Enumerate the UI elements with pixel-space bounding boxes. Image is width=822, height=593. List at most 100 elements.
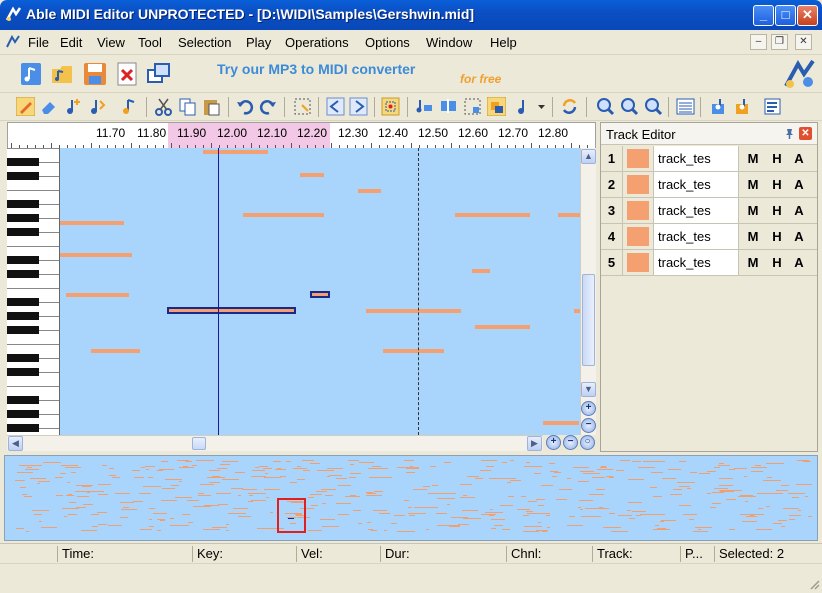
- move-right-icon[interactable]: [348, 96, 369, 117]
- horizontal-scroll-thumb[interactable]: [192, 437, 206, 450]
- promo-text[interactable]: Try our MP3 to MIDI converter: [217, 61, 415, 77]
- app-menu-icon[interactable]: [5, 34, 21, 50]
- menu-selection[interactable]: Selection: [178, 35, 231, 50]
- cut-icon[interactable]: [153, 96, 174, 117]
- track-add-icon[interactable]: [709, 96, 730, 117]
- midi-note[interactable]: [60, 253, 132, 257]
- chevron-down-icon[interactable]: [536, 96, 546, 117]
- menu-options[interactable]: Options: [365, 35, 410, 50]
- black-key[interactable]: [7, 396, 39, 404]
- menu-view[interactable]: View: [97, 35, 125, 50]
- black-key[interactable]: [7, 270, 39, 278]
- snap-grid-icon[interactable]: [380, 96, 401, 117]
- track-row[interactable]: 5 track_tes M H A: [601, 250, 817, 276]
- select-icon[interactable]: [292, 96, 313, 117]
- black-key[interactable]: [7, 354, 39, 362]
- track-color-swatch[interactable]: [627, 227, 649, 246]
- track-copy-icon[interactable]: [733, 96, 754, 117]
- black-key[interactable]: [7, 214, 39, 222]
- move-left-icon[interactable]: [325, 96, 346, 117]
- track-mute-button[interactable]: M: [743, 198, 763, 223]
- menu-help[interactable]: Help: [490, 35, 517, 50]
- track-color-swatch[interactable]: [627, 253, 649, 272]
- track-hide-button[interactable]: H: [767, 172, 787, 197]
- vertical-scrollbar[interactable]: ▲ ▼ + −: [580, 148, 596, 435]
- menu-window[interactable]: Window: [426, 35, 472, 50]
- track-name[interactable]: track_tes: [653, 198, 739, 223]
- midi-note[interactable]: [472, 269, 490, 273]
- track-row[interactable]: 3 track_tes M H A: [601, 198, 817, 224]
- note-velocity-icon[interactable]: [86, 96, 107, 117]
- scroll-right-button[interactable]: ▶: [527, 436, 542, 451]
- eraser-icon[interactable]: [38, 96, 59, 117]
- close-button[interactable]: ✕: [797, 5, 818, 26]
- resize-grip-icon[interactable]: [808, 578, 820, 590]
- song-overview[interactable]: [4, 455, 818, 541]
- promo-subtext[interactable]: for free: [460, 72, 501, 86]
- piano-keyboard[interactable]: [7, 148, 60, 435]
- zoom-fit-icon[interactable]: [643, 96, 664, 117]
- black-key[interactable]: [7, 326, 39, 334]
- add-note-icon[interactable]: [62, 96, 83, 117]
- pencil-icon[interactable]: [15, 96, 36, 117]
- track-name[interactable]: track_tes: [653, 146, 739, 171]
- horizontal-scrollbar[interactable]: ◀ ▶: [7, 435, 543, 451]
- black-key[interactable]: [7, 410, 39, 418]
- mdi-restore-button[interactable]: ❐: [771, 34, 788, 50]
- track-color-swatch[interactable]: [627, 175, 649, 194]
- track-row[interactable]: 2 track_tes M H A: [601, 172, 817, 198]
- track-row[interactable]: 4 track_tes M H A: [601, 224, 817, 250]
- maximize-button[interactable]: □: [775, 5, 796, 26]
- track-mute-button[interactable]: M: [743, 250, 763, 275]
- black-key[interactable]: [7, 228, 39, 236]
- playback-cursor[interactable]: [218, 148, 219, 435]
- track-active-button[interactable]: A: [789, 224, 809, 249]
- scroll-left-button[interactable]: ◀: [8, 436, 23, 451]
- track-hide-button[interactable]: H: [767, 198, 787, 223]
- new-file-icon[interactable]: [18, 61, 44, 87]
- list-view-icon[interactable]: [675, 96, 696, 117]
- track-active-button[interactable]: A: [789, 172, 809, 197]
- pin-icon[interactable]: [783, 127, 796, 140]
- position-marker[interactable]: [418, 148, 419, 435]
- windows-icon[interactable]: [146, 61, 172, 87]
- close-file-icon[interactable]: [114, 61, 140, 87]
- zoom-in-vertical-button[interactable]: +: [581, 401, 596, 416]
- note-insert-icon[interactable]: [118, 96, 139, 117]
- track-hide-button[interactable]: H: [767, 146, 787, 171]
- minimize-button[interactable]: _: [753, 5, 774, 26]
- track-name[interactable]: track_tes: [653, 224, 739, 249]
- track-hide-button[interactable]: H: [767, 250, 787, 275]
- note-options-icon[interactable]: [514, 96, 535, 117]
- track-hide-button[interactable]: H: [767, 224, 787, 249]
- zoom-out-vertical-button[interactable]: −: [581, 418, 596, 433]
- zoom-out-icon[interactable]: [619, 96, 640, 117]
- midi-note[interactable]: [543, 421, 579, 425]
- redo-icon[interactable]: [258, 96, 279, 117]
- mdi-minimize-button[interactable]: –: [750, 34, 767, 50]
- black-key[interactable]: [7, 172, 39, 180]
- menu-edit[interactable]: Edit: [60, 35, 82, 50]
- transpose-icon[interactable]: [438, 96, 459, 117]
- track-color-swatch[interactable]: [627, 149, 649, 168]
- midi-note[interactable]: [366, 309, 461, 313]
- mdi-close-button[interactable]: ✕: [795, 34, 812, 50]
- track-row[interactable]: 1 track_tes M H A: [601, 146, 817, 172]
- track-active-button[interactable]: A: [789, 198, 809, 223]
- track-name[interactable]: track_tes: [653, 250, 739, 275]
- menu-operations[interactable]: Operations: [285, 35, 349, 50]
- black-key[interactable]: [7, 200, 39, 208]
- menu-tool[interactable]: Tool: [138, 35, 162, 50]
- track-active-button[interactable]: A: [789, 250, 809, 275]
- selected-midi-note[interactable]: [310, 291, 330, 298]
- midi-note[interactable]: [91, 349, 140, 353]
- piano-roll-grid[interactable]: [60, 148, 580, 435]
- overview-viewport[interactable]: [277, 498, 306, 533]
- zoom-fit-vertical-button[interactable]: ○: [580, 435, 595, 450]
- selected-midi-note[interactable]: [167, 307, 296, 314]
- midi-note[interactable]: [300, 173, 324, 177]
- properties-icon[interactable]: [762, 96, 783, 117]
- menu-file[interactable]: File: [28, 35, 49, 50]
- midi-note[interactable]: [455, 213, 530, 217]
- paste-icon[interactable]: [201, 96, 222, 117]
